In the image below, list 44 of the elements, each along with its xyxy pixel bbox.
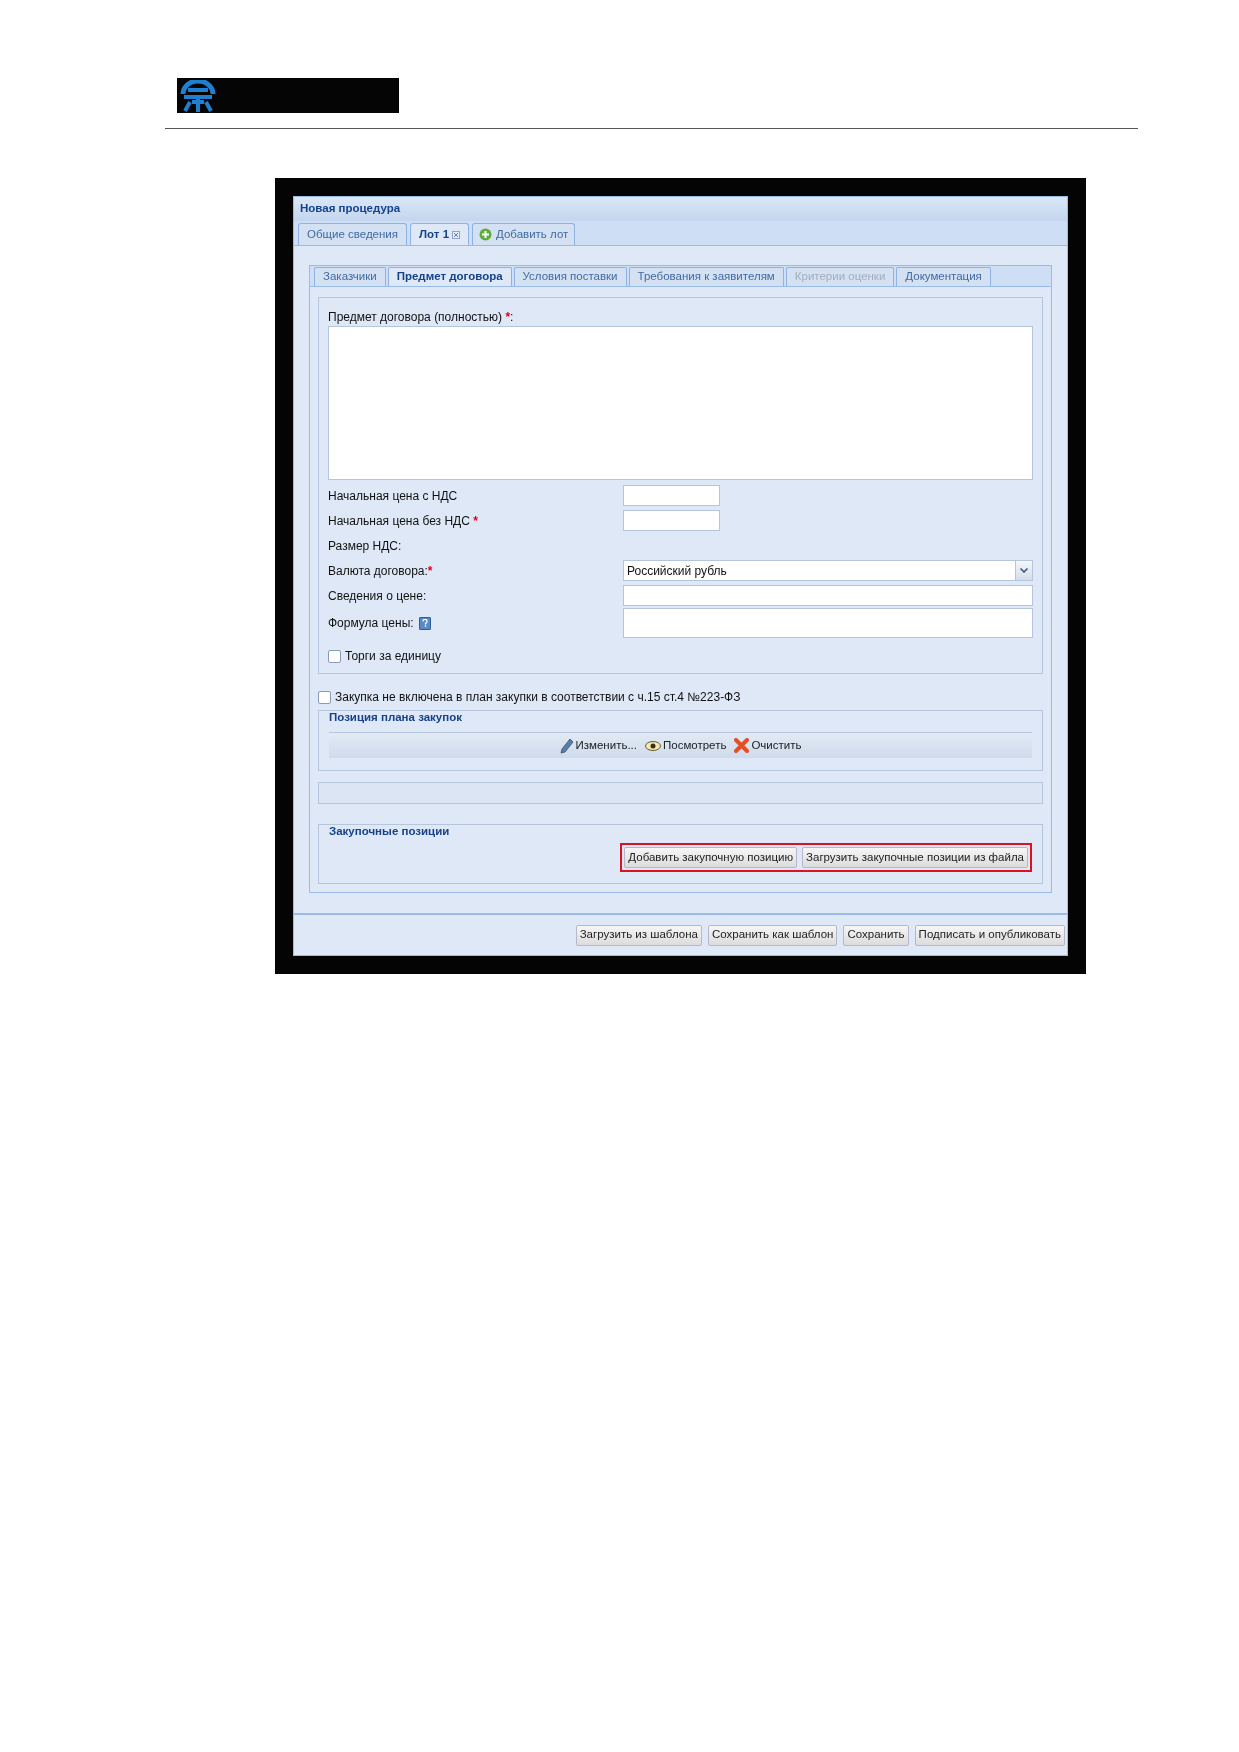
field-label: Валюта договора:* [328, 562, 433, 580]
toolbar-button[interactable]: Посмотреть [645, 736, 727, 755]
eye-icon [645, 740, 661, 751]
tab[interactable]: Лот 1 [410, 223, 470, 245]
dropdown-icon[interactable] [1015, 561, 1032, 580]
field-label: Размер НДС: [328, 537, 402, 555]
pencil-icon [559, 737, 574, 754]
close-icon[interactable] [452, 230, 461, 239]
toolbar-button[interactable]: Изменить... [559, 736, 637, 755]
tab[interactable]: Общие сведения [298, 223, 407, 245]
form-button[interactable]: Сохранить [843, 924, 909, 946]
input-field[interactable] [623, 485, 720, 506]
tab[interactable]: Предмет договора [387, 267, 512, 286]
section-legend: Позиция плана закупок [329, 709, 1032, 732]
form-button[interactable]: Сохранить как шаблон [707, 924, 838, 946]
help-icon[interactable] [418, 616, 431, 630]
checkbox-label: Закупка не включена в план закупки в соответствии с ч.15 ст.4 №223-ФЗ [335, 689, 741, 706]
tab[interactable]: Условия поставки [513, 267, 627, 286]
tab[interactable]: Заказчики [314, 267, 386, 286]
input-field[interactable] [623, 608, 1033, 638]
checkbox[interactable] [318, 690, 331, 704]
form-button[interactable]: Загрузить из шаблона [575, 924, 702, 946]
field-label: Предмет договора (полностью) *: [328, 309, 515, 326]
field-label: Начальная цена без НДС * [328, 512, 478, 530]
checkbox-label: Торги за единицу [345, 648, 441, 665]
currency-select[interactable]: Российский рубль [623, 560, 1033, 581]
plus-icon [479, 228, 493, 241]
select-value: Российский рубль [626, 562, 728, 580]
toolbar-button[interactable]: Очистить [734, 736, 802, 755]
section-legend: Закупочные позиции [329, 823, 1032, 843]
form-button[interactable]: Загрузить закупочные позиции из файла [802, 847, 1028, 868]
tab[interactable]: Документация [896, 267, 991, 286]
cross-icon [734, 738, 750, 753]
input-field[interactable] [623, 510, 720, 531]
field-label: Сведения о цене: [328, 587, 427, 605]
tab[interactable]: Требования к заявителям [628, 267, 784, 286]
window-title: Новая процедура [300, 201, 401, 217]
field-label: Начальная цена с НДС [328, 487, 458, 505]
add-lot-button[interactable]: Добавить лот [472, 223, 576, 245]
input-field[interactable] [623, 585, 1033, 606]
form-button[interactable]: Добавить закупочную позицию [624, 847, 798, 868]
field-label: Формула цены: [328, 615, 414, 632]
checkbox[interactable] [328, 649, 341, 663]
form-button[interactable]: Подписать и опубликовать [914, 924, 1065, 946]
